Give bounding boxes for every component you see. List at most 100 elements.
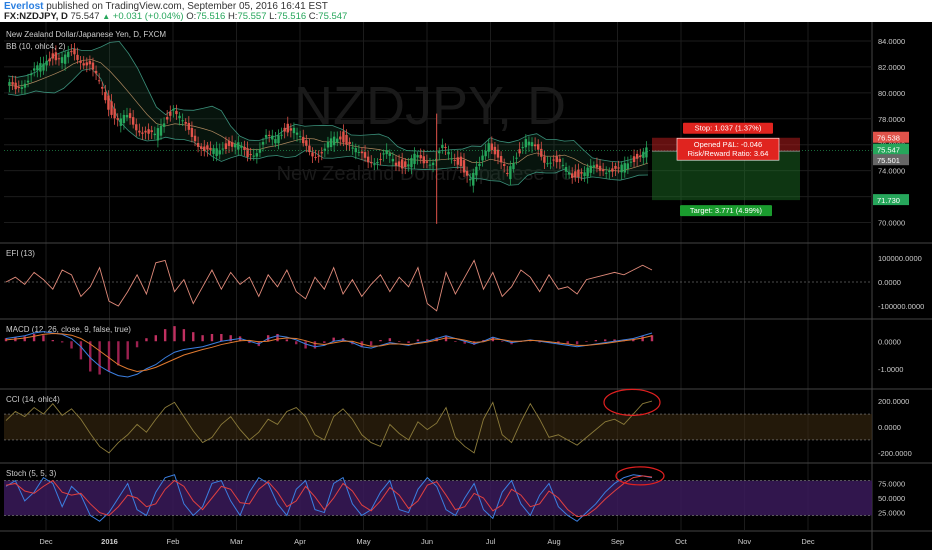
macd-bar [603,339,607,342]
candle-body [88,60,92,65]
candle-body [97,80,101,82]
candle-body [94,70,98,74]
macd-bar [79,341,83,360]
candle-body [416,155,419,158]
candle-body [348,141,351,145]
low-label: L: [269,11,278,22]
candle-body [462,160,466,173]
candle-body [441,144,444,149]
pane-tick-label: 0.0000 [878,423,901,432]
publish-header: Everlost published on TradingView.com, S… [0,0,932,22]
candle-body [128,113,132,119]
candle-body [249,154,252,156]
pane-tick-label: 75.0000 [878,479,905,488]
candle-body [33,68,36,71]
price-tick-label: 84.0000 [878,37,905,46]
macd-bar [313,341,317,349]
candle-body [623,163,626,173]
candle-body [388,153,391,156]
close-label: C: [308,11,319,22]
candle-body [286,123,289,133]
candle-body [481,155,484,161]
candle-body [221,148,225,150]
candle-body [107,95,110,110]
macd-bar [23,336,26,342]
candle-body [407,164,410,167]
candle-body [314,157,317,159]
x-tick-label: Nov [738,537,752,546]
candle-body [555,156,558,163]
candle-body [354,148,357,153]
candle-body [326,141,330,148]
candle-body [571,173,574,178]
macd-bar [454,341,457,342]
candle-body [425,161,429,163]
candle-body [11,82,14,85]
macd-bar [70,341,73,349]
candle-body [521,147,524,149]
candle-body [76,54,79,60]
candle-body [595,164,599,168]
candle-body [135,124,138,131]
candle-body [261,142,265,145]
candle-body [141,132,144,134]
candle-body [524,139,528,148]
close-value: 75.547 [318,11,348,22]
candle-body [620,164,623,173]
price-tick-label: 80.0000 [878,89,905,98]
candle-body [629,161,633,163]
candle-body [394,162,398,166]
chart-canvas[interactable]: Dec 2016 Feb Mar Apr May Jun Jul Aug Sep Oct Nov Dec… [0,22,932,550]
symbol-label[interactable]: FX:NZDJPY, D [4,11,68,22]
candle-body [605,172,608,174]
candle-body [206,145,209,150]
candle-body [465,170,469,176]
macd-bar [585,341,588,342]
candle-body [404,161,407,167]
candle-body [447,151,450,155]
candle-body [549,162,552,164]
macd-bar [182,329,186,342]
macd-bar [98,341,101,375]
candle-body [506,172,509,174]
macd-bar [117,341,120,366]
candle-body [317,155,320,157]
candle-body [184,121,187,124]
x-tick-label: Apr [294,537,306,546]
candle-body [29,74,33,76]
pane-tick-label: -200.0000 [878,449,912,458]
candle-body [193,135,197,142]
macd-bar [32,333,36,342]
macd-bar [641,336,644,342]
candle-body [363,152,367,158]
candle-body [608,170,611,173]
candle-body [493,146,497,155]
candle-body [475,166,478,176]
candle-body [122,114,126,124]
candle-body [490,143,494,151]
pane-tick-label: -1.0000 [878,365,903,374]
candle-body [577,169,580,178]
candle-body [277,135,280,144]
macd-bar [220,333,223,342]
candle-body [530,142,534,147]
candle-body [116,118,119,120]
candle-body [515,157,518,159]
candle-body [598,165,602,171]
macd-bar [295,341,298,345]
macd-bar [126,341,129,360]
candle-body [370,162,373,164]
candle-body [144,130,147,133]
candle-body [611,168,614,172]
candle-body [512,162,515,170]
candle-body [138,130,141,133]
candle-body [456,157,460,165]
candle-body [295,132,299,135]
candle-body [527,141,531,146]
low-value: 75.516 [277,11,307,22]
candle-body [496,149,500,158]
x-tick-label: Jul [486,537,496,546]
candle-body [360,151,364,154]
candle-body [422,156,425,164]
candle-body [533,144,537,147]
